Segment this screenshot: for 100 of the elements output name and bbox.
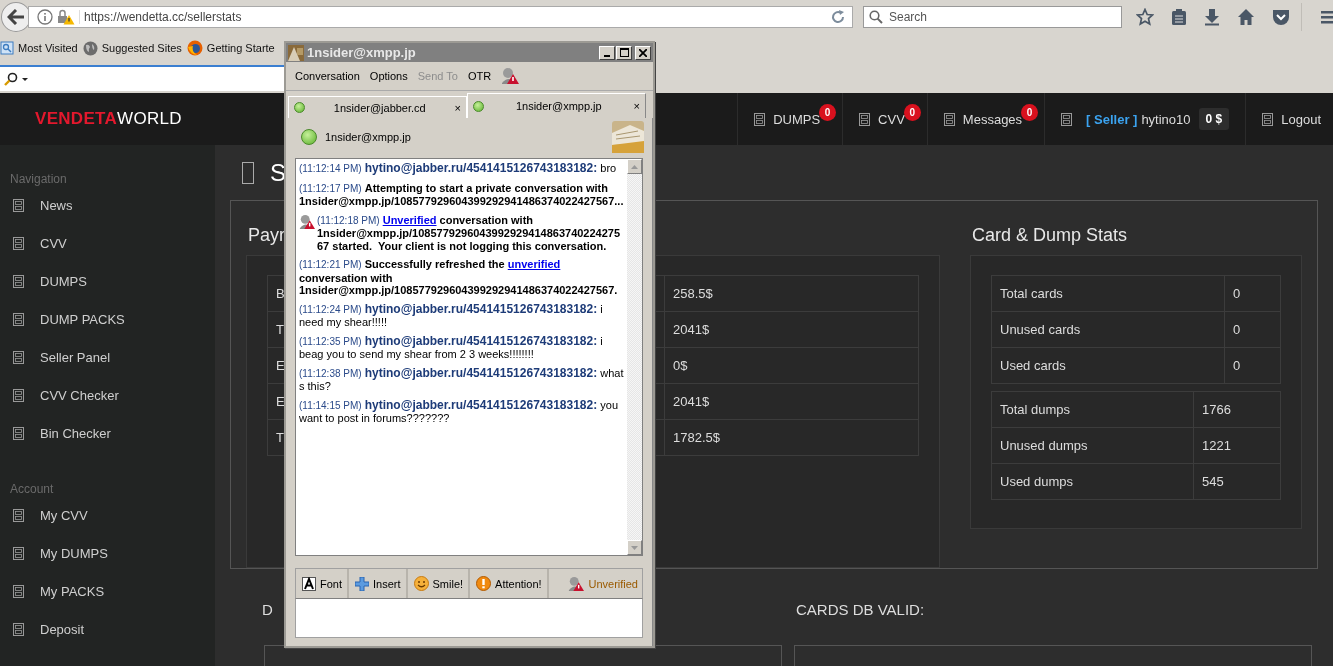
balance-badge: 0 $ (1198, 108, 1230, 130)
glyph-icon (13, 274, 24, 288)
sidebar-item[interactable]: News (40, 197, 73, 213)
table-cell: Used dumps (991, 463, 1194, 500)
glyph-icon (13, 508, 24, 522)
sidebar-item[interactable]: DUMP PACKS (40, 311, 125, 327)
nav-link[interactable]: Messages (962, 111, 1023, 127)
close-icon (639, 48, 647, 57)
table-cell: 1766 (1193, 391, 1281, 428)
bookmark-link[interactable]: Getting Starte (206, 42, 275, 54)
sidebar-item[interactable]: My DUMPS (40, 545, 108, 561)
table-cell: 545 (1193, 463, 1281, 500)
bookmark-link[interactable]: Suggested Sites (101, 42, 182, 54)
bookmark-link[interactable]: Most Visited (18, 42, 78, 54)
glyph-icon (754, 112, 766, 126)
download-icon[interactable] (1204, 8, 1220, 26)
table-cell: Unused dumps (991, 427, 1194, 464)
user-role: [ Seller ] (1086, 111, 1138, 127)
table-cell: 0 (1224, 311, 1281, 348)
table-cell: 0 (1224, 275, 1281, 312)
table-cell: 0 (1224, 347, 1281, 384)
section-heading: Card & Dump Stats (972, 225, 1128, 246)
sidebar-item[interactable]: My CVV (40, 507, 88, 523)
sidebar-item[interactable]: Deposit (40, 621, 85, 637)
table-cell: Total cards (991, 275, 1225, 312)
glyph-icon (13, 584, 24, 598)
table-cell: 2041$ (664, 383, 919, 420)
sidebar-heading: Account (10, 482, 55, 496)
logout-link[interactable]: Logout (1281, 111, 1321, 127)
exclamation-icon (476, 576, 492, 591)
home-icon[interactable] (1237, 8, 1255, 26)
scrollbar[interactable] (627, 159, 642, 555)
nav-link[interactable]: DUMPS (773, 111, 821, 127)
text-link[interactable]: Unverified (382, 213, 437, 226)
message-input[interactable] (295, 599, 643, 638)
menu-item[interactable]: Options (369, 70, 408, 82)
count-badge: 0 (1021, 104, 1039, 121)
back-button[interactable] (1, 2, 31, 32)
glyph-icon (859, 112, 871, 126)
text-link[interactable]: unverified (507, 258, 561, 270)
sidebar-heading: Navigation (10, 172, 68, 186)
back-arrow-icon (7, 9, 25, 25)
address-bar[interactable]: https://wendetta.cc/sellerstats (27, 6, 853, 28)
sidebar-item[interactable]: CVV Checker (40, 387, 119, 403)
scroll-up-icon[interactable] (627, 159, 642, 174)
otr-warning-icon (568, 575, 585, 592)
table-cell: Total dumps (991, 391, 1194, 428)
scroll-down-icon[interactable] (627, 540, 642, 555)
chat-tab[interactable]: 1nsider@jabber.cd × (288, 96, 467, 118)
count-badge: 0 (819, 104, 837, 121)
glyph-icon (943, 112, 955, 126)
sidebar-item[interactable]: Bin Checker (40, 425, 111, 441)
minimize-button[interactable] (599, 45, 615, 60)
status-dot-icon (473, 100, 484, 112)
sidebar-item[interactable]: Seller Panel (40, 349, 111, 365)
glyph-icon (1061, 112, 1073, 126)
chat-tab[interactable]: 1nsider@xmpp.jp × (467, 93, 646, 118)
globe-icon (82, 40, 98, 56)
menu-item[interactable]: Conversation (295, 70, 360, 82)
search-field[interactable]: Search (863, 6, 1122, 28)
search-icon (869, 10, 883, 24)
maximize-icon (619, 48, 629, 57)
glyph-icon (1262, 112, 1274, 126)
glyph-icon (13, 426, 24, 440)
reading-list-icon[interactable] (1171, 8, 1187, 26)
table-cell: 258.5$ (664, 275, 919, 312)
nav-link[interactable]: CVV (878, 111, 905, 127)
info-icon (36, 9, 53, 25)
status-dot-icon (301, 129, 317, 145)
sidebar-item[interactable]: CVV (40, 235, 67, 251)
user-name[interactable]: hytino10 (1141, 111, 1191, 127)
menu-item[interactable]: OTR (467, 70, 492, 82)
bookmark-page-icon (0, 41, 14, 55)
maximize-button[interactable] (616, 45, 632, 60)
chat-message: (11:12:14 PM) hytino@jabber.ru/4541415126743183182: bro (299, 162, 618, 176)
site-logo[interactable]: VENDETAWORLD (35, 109, 182, 129)
table-cell: 1221 (1193, 427, 1281, 464)
glyph-icon (13, 388, 24, 402)
menu-icon[interactable] (1319, 9, 1333, 25)
sidebar-item[interactable]: DUMPS (40, 273, 87, 289)
glyph-icon (13, 236, 24, 250)
glyph-icon (13, 312, 24, 326)
contact-name: 1nsider@xmpp.jp (325, 131, 412, 143)
minimize-icon (604, 54, 610, 57)
reload-icon[interactable] (830, 9, 846, 25)
section-heading: D (262, 601, 274, 618)
otr-warning-icon (501, 67, 520, 85)
section-heading: CARDS DB VALID: (796, 601, 926, 618)
status-dot-icon (294, 102, 305, 113)
pocket-icon[interactable] (1272, 8, 1290, 26)
glyph-icon (13, 350, 24, 364)
sidebar-item[interactable]: My PACKS (40, 583, 105, 599)
section-heading: Payr (248, 225, 285, 246)
star-icon[interactable] (1136, 8, 1154, 26)
search-dropdown-icon (4, 71, 28, 86)
table-cell: 1782.5$ (664, 419, 919, 456)
font-icon (302, 576, 316, 591)
glyph-icon (13, 546, 24, 560)
table-cell: Used cards (991, 347, 1225, 384)
close-button[interactable] (635, 45, 651, 60)
